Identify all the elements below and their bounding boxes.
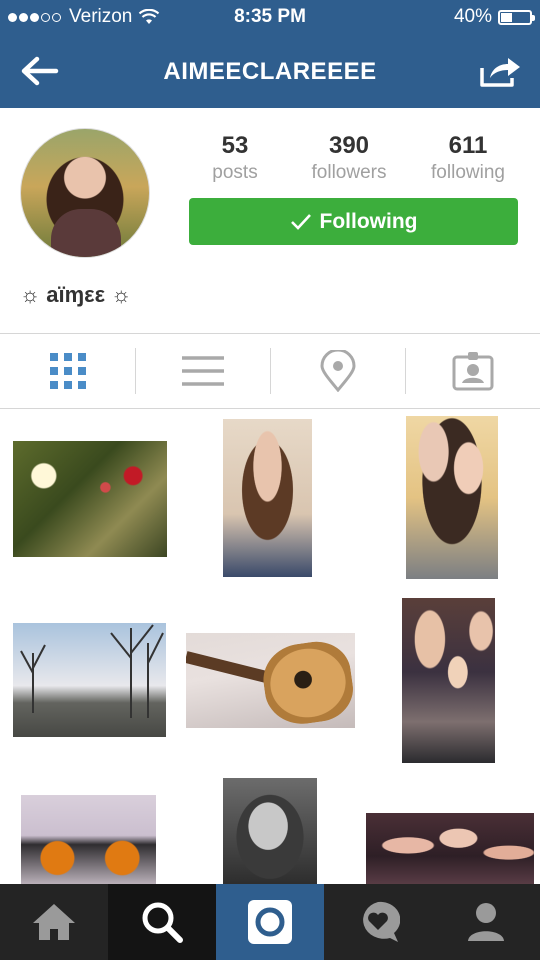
tab-list-view[interactable] [135, 334, 270, 408]
tab-camera[interactable] [216, 884, 324, 960]
battery-group: 40% [453, 6, 535, 28]
photo-thumbnail[interactable] [21, 795, 156, 885]
tab-grid-view[interactable] [0, 334, 135, 408]
followers-stat[interactable]: 390 followers [299, 132, 399, 184]
share-button[interactable] [478, 54, 522, 88]
following-label: following [431, 162, 505, 183]
photo-thumbnail[interactable] [13, 623, 166, 737]
grid-icon [49, 353, 86, 389]
view-mode-tabs [0, 334, 540, 408]
photo-thumbnail[interactable] [406, 416, 498, 579]
following-button[interactable]: Following [189, 198, 518, 245]
display-name: ☼ aïɱεε ☼ [20, 282, 132, 307]
posts-stat[interactable]: 53 posts [190, 132, 280, 184]
posts-count: 53 [221, 132, 249, 159]
trees-silhouette [20, 624, 164, 718]
tab-activity[interactable] [324, 884, 432, 960]
battery-percent: 40% [453, 6, 492, 27]
divider [0, 408, 540, 409]
profile-icon [468, 903, 504, 941]
posts-label: posts [212, 162, 258, 183]
list-icon [181, 356, 224, 386]
following-stat[interactable]: 611 following [418, 132, 518, 184]
followers-label: followers [311, 162, 387, 183]
home-icon [33, 904, 75, 940]
following-button-label: Following [319, 209, 418, 233]
photo-thumbnail[interactable] [13, 441, 167, 557]
tab-home[interactable] [0, 884, 108, 960]
camera-icon [248, 900, 292, 944]
following-count: 611 [448, 132, 488, 159]
status-bar: Verizon 8:35 PM 40% [0, 0, 540, 34]
tab-map-view[interactable] [270, 334, 405, 408]
navigation-bar: AIMEECLAREEEE [0, 34, 540, 108]
followers-count: 390 [328, 132, 370, 159]
photo-thumbnail[interactable] [223, 419, 312, 577]
tab-tagged-photos[interactable] [405, 334, 540, 408]
activity-icon [363, 901, 400, 942]
page-title: AIMEECLAREEEE [163, 58, 377, 85]
photo-thumbnail[interactable] [366, 813, 534, 885]
photo-thumbnail[interactable] [402, 598, 495, 763]
search-icon [142, 902, 183, 943]
tab-search[interactable] [108, 884, 216, 960]
profile-avatar[interactable] [20, 128, 150, 258]
photo-thumbnail[interactable] [186, 633, 355, 728]
tagged-person-icon [452, 352, 493, 391]
tab-profile[interactable] [432, 884, 540, 960]
photo-thumbnail[interactable] [223, 778, 317, 885]
checkmark-icon [290, 213, 311, 230]
share-icon [480, 58, 520, 87]
bottom-tab-bar [0, 884, 540, 960]
profile-stats: 53 posts 390 followers 611 following [190, 132, 518, 184]
location-pin-icon [319, 350, 356, 392]
battery-icon [498, 9, 535, 25]
